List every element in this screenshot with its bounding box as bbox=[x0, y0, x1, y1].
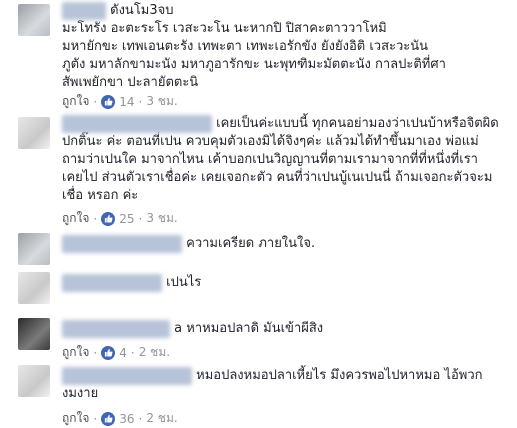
comment-text-line: หาหมอปลาดิ มันเข้าผีสิง bbox=[186, 321, 324, 336]
timestamp[interactable]: 3 ชม. bbox=[146, 92, 177, 111]
thumbs-up-icon[interactable] bbox=[101, 411, 116, 426]
comment-text-line: เคยเป็นค่ะแบบนี้ ทุกคนอย่ามองว่าเปนบ้าหร… bbox=[216, 116, 499, 131]
commenter-name[interactable]: xxxxxxxxxxxxxx bbox=[62, 115, 212, 133]
like-link[interactable]: ถูกใจ bbox=[62, 92, 89, 111]
comment-text-line: มะโทรัง อะตะระโร เวสะวะโน นะหากปิ ปิสาคะ… bbox=[62, 21, 387, 36]
comment-meta: ถูกใจ · 25 · 3 ชม. bbox=[62, 209, 178, 228]
comment-meta: ถูกใจ · 14 · 3 ชม. bbox=[62, 92, 178, 111]
comment-text-line: เปนไร bbox=[166, 275, 202, 290]
comment-text-line: ปกติ๊นะ ค่ะ ตอนที่เปน ควบคุมตัวเองมิได้จ… bbox=[62, 134, 479, 149]
like-count[interactable]: 4 bbox=[119, 346, 127, 360]
avatar[interactable] bbox=[18, 4, 50, 36]
comment-thread: xxxxx ดังนโม3จบ มะโทรัง อะตะระโร เวสะวะโ… bbox=[0, 0, 517, 426]
commenter-name[interactable]: xxxxxxxxxxx bbox=[62, 235, 182, 253]
comment-text-line: สัพเพยักขา ปะลายัตตะนิ bbox=[62, 75, 199, 90]
avatar[interactable] bbox=[18, 272, 50, 304]
comment-text-line: เชื่อ หรอก ค่ะ bbox=[62, 188, 139, 203]
avatar[interactable] bbox=[18, 365, 50, 397]
comment-text-line: งมงาย bbox=[62, 386, 99, 401]
commenter-name[interactable]: xxxxxxxxxxxx bbox=[62, 367, 192, 385]
like-count[interactable]: 36 bbox=[119, 412, 134, 426]
avatar[interactable] bbox=[18, 318, 50, 350]
like-count[interactable]: 25 bbox=[119, 212, 134, 226]
thumbs-up-icon[interactable] bbox=[101, 94, 116, 109]
like-link[interactable]: ถูกใจ bbox=[62, 343, 89, 362]
comment-meta: ถูกใจ · 4 · 2 ชม. bbox=[62, 343, 170, 362]
avatar[interactable] bbox=[18, 233, 50, 265]
like-count[interactable]: 14 bbox=[119, 95, 134, 109]
timestamp[interactable]: 2 ชม. bbox=[146, 409, 177, 428]
thumbs-up-icon[interactable] bbox=[101, 345, 116, 360]
timestamp[interactable]: 2 ชม. bbox=[139, 343, 170, 362]
comment-text-line: ความเครียด ภายในใจ. bbox=[186, 236, 316, 251]
timestamp[interactable]: 3 ชม. bbox=[146, 209, 177, 228]
comment-text-line: หมอปลงหมอปลาเหี้ยไร มึงควรพอไปหาหมอ ไอ้พ… bbox=[196, 368, 483, 383]
commenter-name[interactable]: xxxxxxxxxx bbox=[62, 320, 170, 338]
comment-text-line: มหายักขะ เทพเอนตะรัง เทพะตา เทพะเอรักขัง… bbox=[62, 39, 429, 54]
comment-meta: ถูกใจ · 36 · 2 ชม. bbox=[62, 409, 178, 428]
avatar[interactable] bbox=[18, 117, 50, 149]
name-suffix: a bbox=[174, 321, 183, 336]
comment-text-line: ภูตัง มหาลักขามะนัง มหาภูอารักขะ นะพุทฑิ… bbox=[62, 57, 446, 72]
name-suffix: ดังนโม3จบ bbox=[110, 3, 174, 18]
comment-text-line: ถามว่าเปนใค มาจากไหน เค้าบอกเปนวิญญานที่… bbox=[62, 152, 478, 167]
like-link[interactable]: ถูกใจ bbox=[62, 209, 89, 228]
comment-text-line: เคยไป ส่วนตัวเราเชื่อค่ะ เคยเจอกะตัว คนท… bbox=[62, 170, 493, 185]
thumbs-up-icon[interactable] bbox=[101, 211, 116, 226]
commenter-name[interactable]: xxxxxxxxx bbox=[62, 274, 162, 292]
like-link[interactable]: ถูกใจ bbox=[62, 409, 89, 428]
commenter-name[interactable]: xxxxx bbox=[62, 2, 106, 20]
